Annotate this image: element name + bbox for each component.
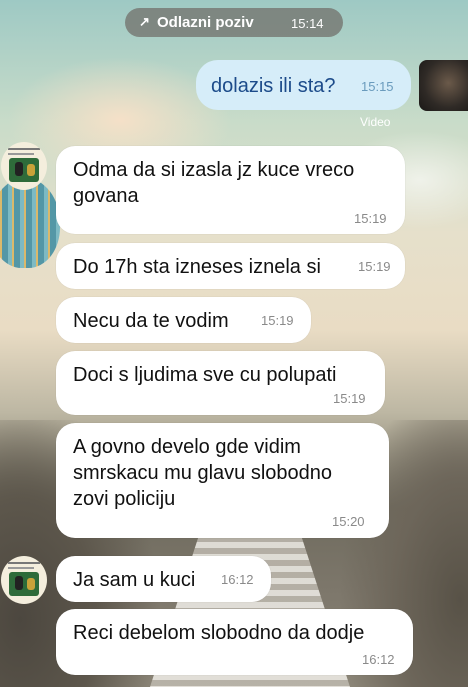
message-time: 15:19 <box>333 391 366 406</box>
incoming-message-bubble[interactable]: A govno develo gde vidim smrskacu mu gla… <box>56 423 389 538</box>
message-text: A govno develo gde vidim smrskacu mu gla… <box>73 436 333 510</box>
incoming-message-bubble[interactable]: Reci debelom slobodno da dodje 16:12 <box>56 609 413 675</box>
message-text: Odma da si izasla jz kuce vreco govana <box>73 159 355 207</box>
avatar-text-line <box>8 562 40 564</box>
avatar-text-line <box>8 148 40 150</box>
message-time: 15:19 <box>354 211 387 226</box>
message-text: Ja sam u kuci <box>73 569 196 591</box>
avatar-figure <box>15 162 23 176</box>
outgoing-message-bubble[interactable]: dolazis ili sta? 15:15 <box>196 60 411 110</box>
contact-avatar[interactable] <box>1 142 47 190</box>
incoming-message-bubble[interactable]: Ja sam u kuci 16:12 <box>56 556 271 602</box>
avatar-figure <box>27 164 35 176</box>
message-text: Reci debelom slobodno da dodje <box>73 622 365 644</box>
message-time: 16:12 <box>221 572 254 587</box>
message-time: 16:12 <box>362 652 395 667</box>
message-text: dolazis ili sta? <box>211 75 336 97</box>
video-label: Video <box>360 115 391 129</box>
avatar-text-line <box>8 567 34 569</box>
avatar-figure <box>15 576 23 590</box>
avatar-figure <box>27 578 35 590</box>
outgoing-call-notice[interactable]: ↗ Odlazni poziv 15:14 <box>125 8 343 37</box>
contact-avatar[interactable] <box>1 556 47 604</box>
self-avatar[interactable] <box>419 60 468 111</box>
incoming-message-bubble[interactable]: Doci s ljudima sve cu polupati 15:19 <box>56 351 385 415</box>
message-text: Necu da te vodim <box>73 310 229 332</box>
call-label: Odlazni poziv <box>157 14 254 31</box>
message-time: 15:19 <box>261 313 294 328</box>
avatar-text-line <box>8 153 34 155</box>
message-time: 15:15 <box>361 79 394 94</box>
incoming-message-bubble[interactable]: Necu da te vodim 15:19 <box>56 297 311 343</box>
incoming-message-bubble[interactable]: Do 17h sta izneses iznela si 15:19 <box>56 243 405 289</box>
message-time: 15:20 <box>332 514 365 529</box>
call-time: 15:14 <box>291 16 324 31</box>
outgoing-call-arrow-icon: ↗ <box>139 14 150 29</box>
incoming-message-bubble[interactable]: Odma da si izasla jz kuce vreco govana 1… <box>56 146 405 234</box>
message-text: Doci s ljudima sve cu polupati <box>73 364 337 386</box>
message-text: Do 17h sta izneses iznela si <box>73 256 321 278</box>
message-time: 15:19 <box>358 259 391 274</box>
